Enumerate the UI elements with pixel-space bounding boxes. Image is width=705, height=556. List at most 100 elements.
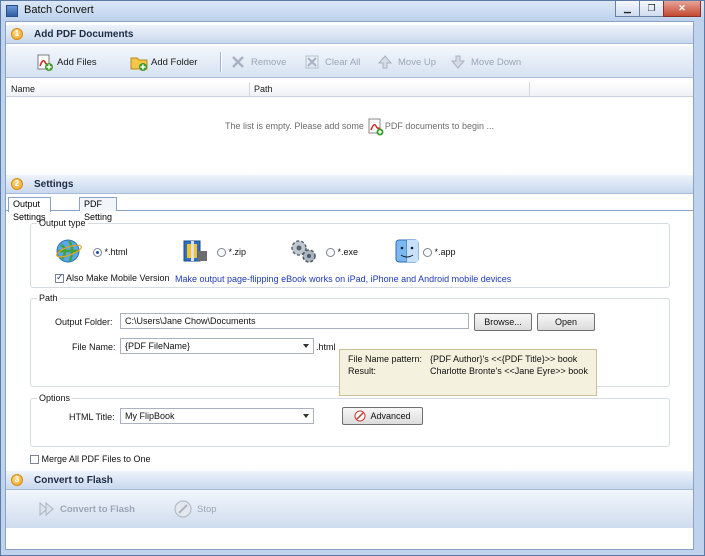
clear-all-button[interactable]: Clear All — [304, 53, 360, 71]
app-radio[interactable] — [423, 248, 432, 258]
restore-button[interactable]: ❐ — [639, 1, 664, 17]
convert-to-flash-button[interactable]: Convert to Flash — [37, 500, 135, 518]
file-name-label: File Name: — [72, 342, 116, 352]
mac-finder-icon — [393, 237, 421, 265]
add-pdf-icon — [36, 54, 53, 71]
arrow-down-icon — [450, 54, 466, 70]
minimize-button[interactable]: ▁ — [615, 1, 640, 17]
remove-label: Remove — [251, 56, 287, 68]
mobile-version-checkbox[interactable]: Also Make Mobile Version — [55, 272, 170, 284]
remove-icon — [230, 54, 246, 70]
section-title: Convert to Flash — [34, 475, 113, 486]
main-panel: 1 Add PDF Documents Add Files Add Folder… — [5, 21, 694, 550]
toolbar-separator — [220, 52, 222, 72]
file-extension: .html — [316, 342, 336, 352]
browse-button[interactable]: Browse... — [474, 313, 532, 331]
chevron-down-icon — [303, 414, 309, 418]
step-2-icon: 2 — [11, 178, 23, 190]
file-name-dropdown[interactable]: {PDF FileName} — [120, 338, 314, 354]
column-path[interactable]: Path — [254, 84, 273, 94]
empty-message-suffix: PDF documents to begin ... — [384, 121, 494, 131]
merge-pdf-check[interactable] — [30, 455, 39, 465]
step-3-icon: 3 — [11, 474, 23, 486]
convert-label: Convert to Flash — [60, 503, 135, 515]
html-title-label: HTML Title: — [69, 412, 115, 422]
html-title-value: My FlipBook — [125, 411, 175, 421]
step-1-icon: 1 — [11, 28, 23, 40]
stop-label: Stop — [197, 503, 217, 515]
gears-icon — [289, 237, 317, 265]
output-option-app[interactable]: *.app — [423, 247, 456, 258]
add-files-label: Add Files — [57, 56, 97, 68]
close-button[interactable]: ✕ — [663, 1, 701, 17]
output-option-exe[interactable]: *.exe — [326, 247, 358, 258]
file-name-pattern-hint: File Name pattern: {PDF Author}'s <<{PDF… — [339, 349, 597, 396]
remove-button[interactable]: Remove — [230, 53, 286, 71]
merge-pdf-checkbox[interactable]: Merge All PDF Files to One — [30, 454, 151, 465]
column-name[interactable]: Name — [11, 84, 35, 94]
open-button[interactable]: Open — [537, 313, 595, 331]
pdf-icon — [368, 118, 384, 136]
empty-list-message: The list is empty. Please add some PDF d… — [225, 118, 494, 136]
window-title: Batch Convert — [24, 4, 94, 16]
tab-pdf-setting[interactable]: PDF Setting — [79, 197, 118, 222]
pdf-toolbar: Add Files Add Folder Remove Clear All Mo… — [6, 46, 693, 78]
advanced-button[interactable]: Advanced — [342, 407, 423, 425]
file-list[interactable] — [6, 97, 693, 173]
column-divider[interactable] — [529, 82, 530, 96]
move-down-label: Move Down — [471, 56, 522, 68]
pattern-value: {PDF Author}'s <<{PDF Title}>> book — [430, 354, 578, 364]
empty-message-prefix: The list is empty. Please add some — [225, 121, 364, 131]
section-title: Settings — [34, 179, 74, 190]
clear-all-icon — [304, 54, 320, 70]
mobile-version-label: Also Make Mobile Version — [66, 273, 170, 283]
output-folder-label: Output Folder: — [55, 317, 113, 327]
arrow-up-icon — [377, 54, 393, 70]
clear-all-label: Clear All — [325, 56, 361, 68]
app-option-label: *.app — [434, 247, 456, 257]
tab-output-settings[interactable]: Output Settings — [8, 197, 51, 222]
html-option-label: *.html — [104, 247, 128, 257]
advanced-settings-icon — [354, 410, 366, 422]
result-label: Result: — [348, 366, 377, 376]
exe-radio[interactable] — [326, 248, 335, 258]
html-title-dropdown[interactable]: My FlipBook — [120, 408, 314, 424]
file-list-header: Name Path — [6, 82, 693, 97]
merge-pdf-label: Merge All PDF Files to One — [41, 454, 151, 464]
group-label: Path — [37, 293, 60, 303]
zip-option-label: *.zip — [228, 247, 247, 257]
options-group: Options HTML Title: My FlipBook Advanced — [30, 393, 670, 447]
zip-radio[interactable] — [217, 248, 226, 258]
add-folder-label: Add Folder — [151, 56, 198, 68]
section-settings-header[interactable]: 2 Settings — [6, 174, 693, 194]
title-bar[interactable]: Batch Convert ▁ ❐ ✕ — [1, 1, 704, 21]
add-folder-button[interactable]: Add Folder — [130, 53, 197, 71]
output-option-zip[interactable]: *.zip — [217, 247, 247, 258]
output-type-group: Output type *.html *.zip *.exe *.app ✓ A… — [30, 218, 670, 288]
chevron-down-icon — [303, 344, 309, 348]
output-option-html[interactable]: *.html — [93, 247, 128, 258]
group-label: Options — [37, 393, 73, 403]
advanced-label: Advanced — [370, 411, 411, 421]
globe-icon — [55, 237, 83, 265]
zip-archive-icon — [181, 237, 209, 265]
section-add-pdf-header[interactable]: 1 Add PDF Documents — [6, 24, 693, 44]
column-divider[interactable] — [249, 82, 250, 96]
pattern-label: File Name pattern: — [348, 354, 423, 364]
stop-button[interactable]: Stop — [174, 500, 217, 518]
mobile-version-note: Make output page-flipping eBook works on… — [175, 274, 512, 284]
move-up-label: Move Up — [398, 56, 437, 68]
section-title: Add PDF Documents — [34, 29, 134, 40]
output-folder-field[interactable]: C:\Users\Jane Chow\Documents — [120, 313, 469, 329]
result-value: Charlotte Bronte's <<Jane Eyre>> book — [430, 366, 588, 376]
move-down-button[interactable]: Move Down — [450, 53, 521, 71]
output-settings-panel: Output type *.html *.zip *.exe *.app ✓ A… — [6, 210, 693, 466]
stop-icon — [174, 500, 192, 518]
add-folder-icon — [130, 54, 148, 71]
move-up-button[interactable]: Move Up — [377, 53, 436, 71]
app-icon — [6, 5, 18, 17]
add-files-button[interactable]: Add Files — [36, 53, 97, 71]
section-convert-header[interactable]: 3 Convert to Flash — [6, 470, 693, 490]
html-radio[interactable] — [93, 248, 102, 258]
mobile-version-check[interactable] — [55, 272, 64, 284]
